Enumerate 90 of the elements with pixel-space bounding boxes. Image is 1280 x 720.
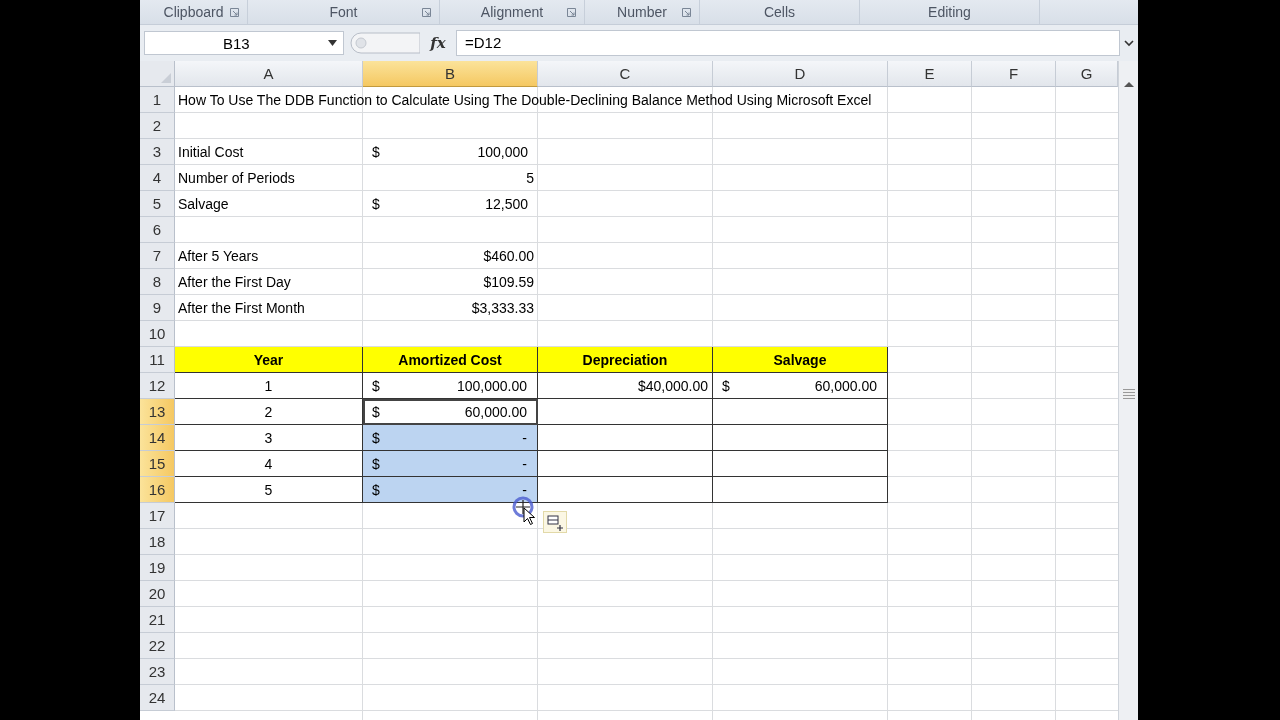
ribbon-group-label: Number: [617, 4, 667, 20]
row-header[interactable]: 15: [140, 451, 175, 477]
dialog-launcher-icon[interactable]: [230, 8, 239, 17]
row-header[interactable]: 12: [140, 373, 175, 399]
column-header[interactable]: G: [1056, 61, 1118, 87]
column-header[interactable]: F: [972, 61, 1056, 87]
column-heading: Year: [253, 351, 284, 368]
column-heading: Salvage: [773, 351, 827, 368]
currency-symbol: $: [372, 403, 380, 420]
row-header[interactable]: 14: [140, 425, 175, 451]
row-header[interactable]: 24: [140, 685, 175, 711]
row-header[interactable]: 20: [140, 581, 175, 607]
row-header[interactable]: 2: [140, 113, 175, 139]
cell-value: -: [522, 481, 527, 498]
cell-value: 4: [264, 455, 273, 472]
row-header[interactable]: 11: [140, 347, 175, 373]
cell-value: After the First Day: [178, 274, 291, 290]
formula-buttons-icon: [350, 32, 420, 54]
name-box[interactable]: B13: [144, 31, 344, 55]
cell-value: Number of Periods: [178, 170, 295, 186]
column-header[interactable]: A: [175, 61, 363, 87]
currency-symbol: $: [372, 377, 380, 394]
ribbon-group-label: Clipboard: [163, 4, 224, 20]
row-header[interactable]: 5: [140, 191, 175, 217]
row-header[interactable]: 16: [140, 477, 175, 503]
insert-function-button[interactable]: fx: [426, 34, 450, 52]
ribbon-group-label: Cells: [763, 4, 796, 20]
cell-value: 100,000.00: [456, 377, 527, 394]
cell-value: 1: [264, 377, 273, 394]
cell-value: 3: [264, 429, 273, 446]
move-cursor-icon: [512, 496, 538, 526]
row-header[interactable]: 23: [140, 659, 175, 685]
cell-value: 100,000: [477, 144, 528, 160]
column-header[interactable]: E: [888, 61, 972, 87]
cell-value: $40,000.00: [637, 377, 708, 394]
dialog-launcher-icon[interactable]: [567, 8, 576, 17]
cell-value: Initial Cost: [178, 144, 244, 160]
ribbon-group-label: Editing: [928, 4, 971, 20]
row-header[interactable]: 4: [140, 165, 175, 191]
currency-symbol: $: [372, 144, 380, 160]
row-header[interactable]: 8: [140, 269, 175, 295]
expand-caret-icon[interactable]: [1124, 39, 1134, 47]
currency-symbol: $: [372, 429, 380, 446]
dropdown-caret-icon[interactable]: [328, 40, 337, 46]
cell-value: -: [522, 455, 527, 472]
currency-symbol: $: [722, 377, 730, 394]
cell-value: $3,333.33: [471, 300, 534, 316]
cell-value: 5: [526, 170, 534, 186]
column-heading: Amortized Cost: [398, 351, 502, 368]
cell-value: 2: [264, 403, 273, 420]
cell-value: 60,000.00: [814, 377, 877, 394]
cell-value: After 5 Years: [178, 248, 259, 264]
ribbon-group-label: Alignment: [480, 4, 544, 20]
currency-symbol: $: [372, 196, 380, 212]
column-header[interactable]: C: [538, 61, 713, 87]
row-header[interactable]: 22: [140, 633, 175, 659]
row-header[interactable]: 21: [140, 607, 175, 633]
cell-value: After the First Month: [178, 300, 305, 316]
row-header[interactable]: 18: [140, 529, 175, 555]
row-header[interactable]: 6: [140, 217, 175, 243]
currency-symbol: $: [372, 481, 380, 498]
cell-value: -: [522, 429, 527, 446]
auto-fill-options-icon[interactable]: [543, 511, 567, 533]
ribbon-group-label: Font: [329, 4, 358, 20]
row-header[interactable]: 3: [140, 139, 175, 165]
row-header[interactable]: 9: [140, 295, 175, 321]
vertical-scrollbar[interactable]: [1118, 61, 1138, 720]
column-header[interactable]: D: [713, 61, 888, 87]
column-heading: Depreciation: [582, 351, 668, 368]
row-header[interactable]: 17: [140, 503, 175, 529]
formula-input[interactable]: =D12: [456, 30, 1120, 56]
currency-symbol: $: [372, 455, 380, 472]
cell-value: Salvage: [178, 196, 229, 212]
scroll-thumb-grip[interactable]: [1122, 389, 1135, 399]
dialog-launcher-icon[interactable]: [682, 8, 691, 17]
dialog-launcher-icon[interactable]: [422, 8, 431, 17]
column-header[interactable]: B: [363, 61, 538, 87]
select-all-corner[interactable]: [140, 61, 175, 87]
row-header[interactable]: 10: [140, 321, 175, 347]
row-header[interactable]: 7: [140, 243, 175, 269]
cell-value: 5: [264, 481, 273, 498]
row-header[interactable]: 1: [140, 87, 175, 113]
cell-value: How To Use The DDB Function to Calculate Using The Double-Declining Balance Method Using Microsoft Excel: [178, 92, 872, 108]
cell-value: 12,500: [485, 196, 528, 212]
row-header[interactable]: 13: [140, 399, 175, 425]
row-header[interactable]: 19: [140, 555, 175, 581]
cell-value: $460.00: [483, 248, 534, 264]
cell-value: $109.59: [483, 274, 534, 290]
corner-triangle-icon: [161, 73, 171, 83]
cell-value: 60,000.00: [464, 403, 527, 420]
